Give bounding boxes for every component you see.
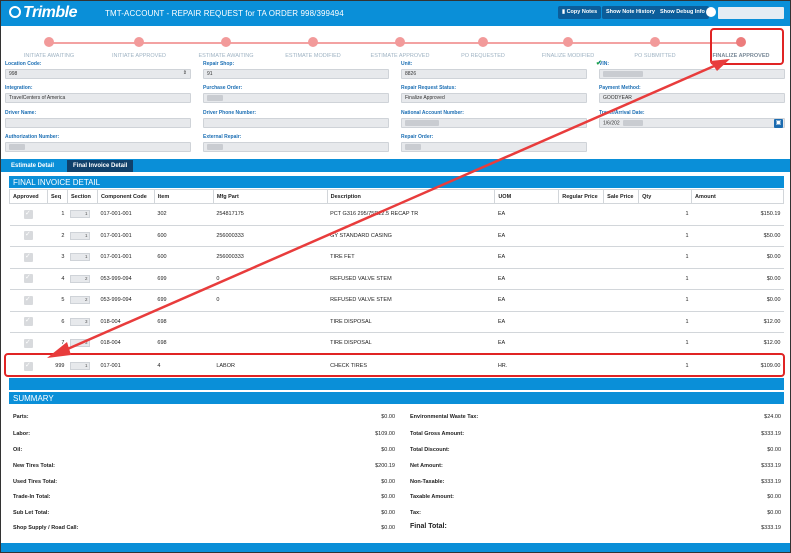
annotation-arrow-head [47,342,71,358]
annotation-arrow-line [62,61,722,353]
annotation-arrow [47,59,730,358]
annotation-arrow-tail-head [710,59,730,71]
